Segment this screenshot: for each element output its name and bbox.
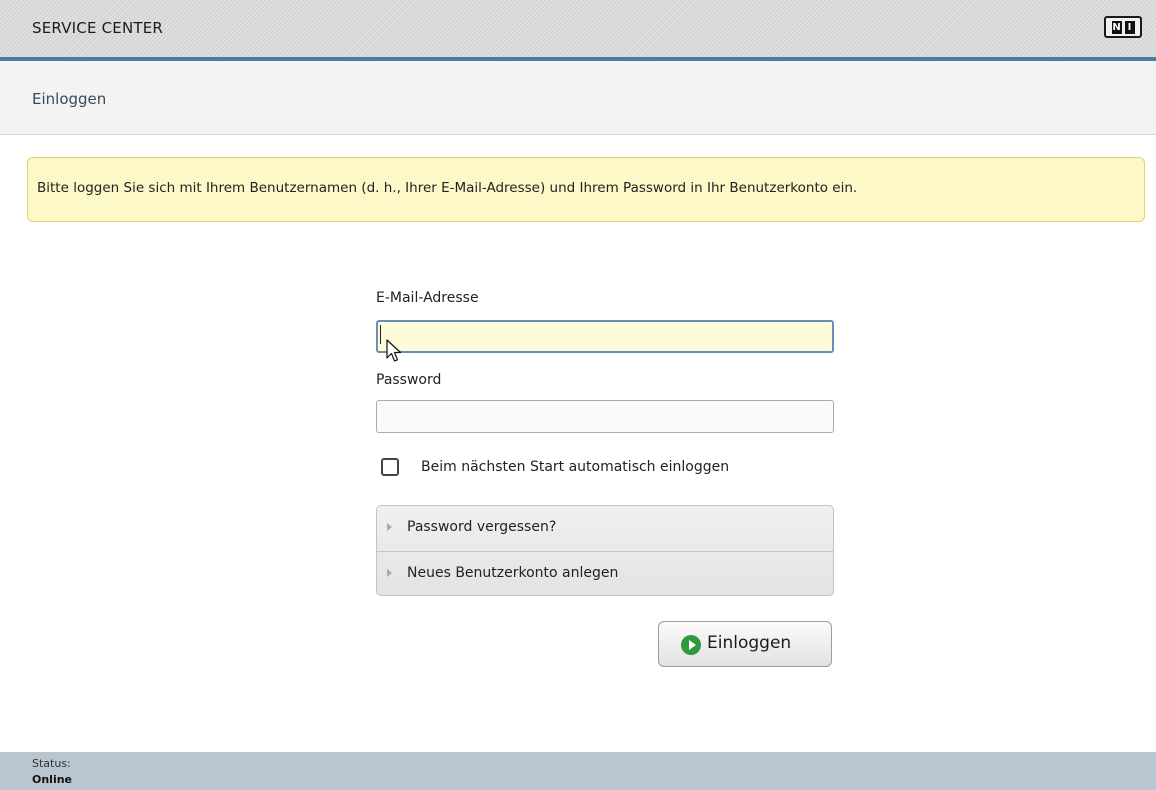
chevron-right-icon	[387, 569, 392, 577]
email-field[interactable]	[376, 320, 834, 353]
forgot-password-label: Password vergessen?	[407, 519, 557, 535]
notice-text: Bitte loggen Sie sich mit Ihrem Benutzer…	[37, 180, 858, 196]
mouse-pointer-icon	[386, 339, 402, 362]
ni-logo-letter-i: I	[1124, 20, 1135, 34]
password-label: Password	[376, 372, 442, 388]
ni-logo-icon: N I	[1104, 16, 1142, 38]
email-label: E-Mail-Adresse	[376, 290, 479, 306]
page-header: Einloggen	[0, 61, 1156, 135]
create-account-label: Neues Benutzerkonto anlegen	[407, 565, 619, 581]
ni-logo-letter-n: N	[1111, 20, 1122, 34]
status-bar: Status: Online	[0, 752, 1156, 790]
service-center-window: SERVICE CENTER N I Einloggen Bitte logge…	[0, 0, 1156, 790]
login-notice: Bitte loggen Sie sich mit Ihrem Benutzer…	[27, 157, 1145, 222]
create-account-link[interactable]: Neues Benutzerkonto anlegen	[377, 551, 833, 595]
login-button[interactable]: Einloggen	[658, 621, 832, 667]
chevron-right-icon	[387, 523, 392, 531]
remember-label[interactable]: Beim nächsten Start automatisch einlogge…	[421, 459, 729, 475]
login-button-label: Einloggen	[707, 633, 792, 653]
page-title: Einloggen	[32, 90, 107, 108]
app-title: SERVICE CENTER	[32, 19, 164, 37]
status-value: Online	[32, 773, 73, 786]
password-field[interactable]	[376, 400, 834, 433]
app-header: SERVICE CENTER N I	[0, 0, 1156, 61]
text-caret	[380, 325, 381, 344]
play-circle-icon	[681, 635, 701, 655]
account-links-panel: Password vergessen? Neues Benutzerkonto …	[376, 505, 834, 596]
remember-checkbox[interactable]	[381, 458, 399, 476]
status-label: Status:	[32, 757, 71, 770]
forgot-password-link[interactable]: Password vergessen?	[377, 506, 833, 550]
